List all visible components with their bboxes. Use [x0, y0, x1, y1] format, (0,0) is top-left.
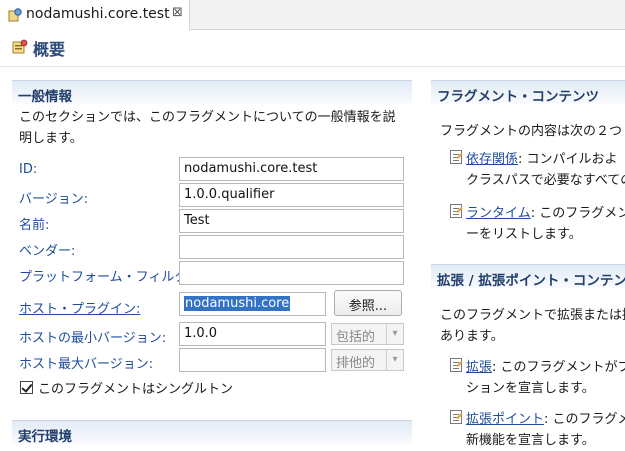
contents-intro: フラグメントの内容は次の２つ — [440, 124, 623, 139]
host-min-inclusive-select[interactable]: 包括的 ▾ — [331, 323, 404, 345]
extension-points-text: : このフラグメン — [544, 412, 625, 427]
overview-icon — [12, 39, 28, 54]
host-plugin-value: nodamushi.core — [184, 296, 291, 311]
page-title: 概要 — [33, 40, 66, 59]
dependencies-icon — [450, 150, 462, 164]
singleton-checkbox[interactable] — [20, 381, 33, 394]
id-field[interactable]: nodamushi.core.test — [179, 157, 404, 181]
id-label: ID: — [19, 162, 38, 177]
name-label: 名前: — [19, 218, 50, 233]
host-plugin-link[interactable]: ホスト・プラグイン: — [19, 298, 140, 317]
host-min-version-field[interactable]: 1.0.0 — [179, 322, 326, 346]
singleton-label[interactable]: このフラグメントはシングルトン — [38, 378, 233, 397]
extensions-link[interactable]: 拡張 — [466, 360, 492, 375]
extensions-text: : このフラグメントがプ — [492, 360, 625, 375]
extension-points-icon — [450, 410, 462, 424]
host-plugin-field[interactable]: nodamushi.core — [179, 292, 326, 316]
fragment-icon — [8, 8, 22, 22]
extension-points-link[interactable]: 拡張ポイント — [466, 412, 544, 427]
section-runtime-header[interactable]: 実行環境 — [12, 420, 412, 444]
version-field[interactable]: 1.0.0.qualifier — [179, 183, 404, 207]
browse-button[interactable]: 参照... — [334, 290, 402, 316]
extension-points-text-2: 新機能を宣言します。 — [466, 433, 595, 448]
platform-filter-label: プラットフォーム・フィルター: — [19, 270, 205, 285]
runtime-icon — [450, 204, 462, 218]
runtime-text: : このフラグメントの — [530, 206, 625, 221]
close-icon[interactable]: ⊠ — [172, 5, 183, 20]
host-max-exclusive-value: 排他的 — [336, 356, 376, 371]
section-contents-header[interactable]: フラグメント・コンテンツ — [431, 80, 625, 104]
host-max-exclusive-select[interactable]: 排他的 ▾ — [331, 349, 404, 371]
host-min-version-label: ホストの最小バージョン: — [19, 331, 167, 346]
extensions-intro-1: このフラグメントで拡張または拡 — [440, 308, 625, 323]
vendor-field[interactable] — [179, 235, 404, 259]
dependencies-text: : コンパイルおよ — [518, 152, 618, 167]
section-extensions-header[interactable]: 拡張 / 拡張ポイント・コンテンツ — [431, 264, 625, 288]
vendor-label: ベンダー: — [19, 244, 76, 259]
platform-filter-field[interactable] — [179, 261, 404, 285]
name-field[interactable]: Test — [179, 209, 404, 233]
runtime-link[interactable]: ランタイム — [466, 206, 531, 221]
runtime-text-2: ーをリストします。 — [466, 227, 582, 242]
tab-title: nodamushi.core.test — [26, 6, 170, 22]
dependencies-text-2: クラスパスで必要なすべての — [466, 173, 625, 188]
host-max-version-field[interactable] — [179, 348, 326, 372]
extensions-icon — [450, 358, 462, 372]
general-description-line1: このセクションでは、このフラグメントについての一般情報を説 — [19, 110, 396, 125]
host-min-inclusive-value: 包括的 — [336, 330, 376, 345]
section-general-header[interactable]: 一般情報 — [12, 80, 412, 104]
extensions-intro-2: あります。 — [440, 329, 504, 344]
host-max-version-label: ホスト最大バージョン: — [19, 357, 154, 372]
version-label: バージョン: — [19, 192, 89, 207]
extensions-text-2: ションを宣言します。 — [466, 381, 595, 396]
chevron-down-icon: ▾ — [386, 350, 403, 370]
general-description-line2: 明します。 — [19, 131, 83, 146]
chevron-down-icon: ▾ — [386, 324, 403, 344]
dependencies-link[interactable]: 依存関係 — [466, 152, 518, 167]
header-divider — [0, 66, 625, 67]
editor-tab[interactable]: nodamushi.core.test ⊠ — [0, 0, 190, 31]
